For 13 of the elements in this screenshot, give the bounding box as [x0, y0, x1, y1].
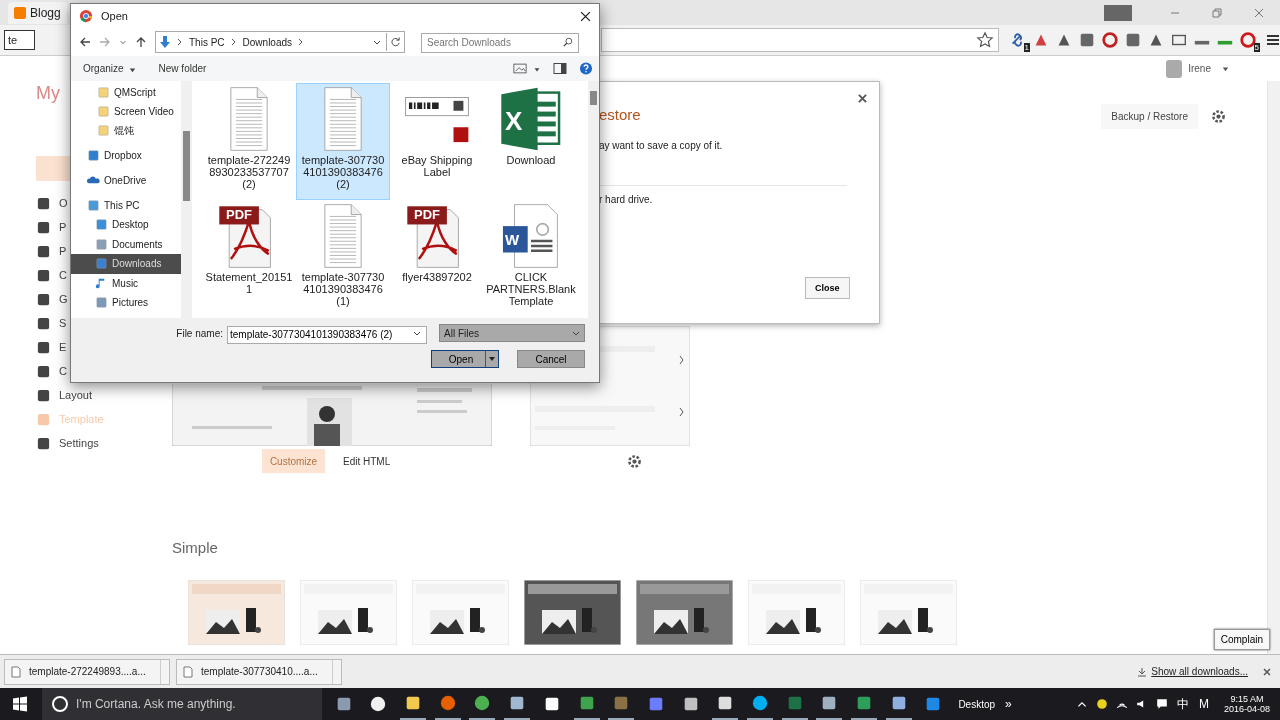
dialog-text: r hard drive. — [599, 194, 654, 205]
dialog-title: Open — [101, 10, 128, 22]
file-type-label: PDF — [225, 207, 253, 222]
file-type-label: X — [505, 106, 523, 137]
file-type-label: W — [505, 231, 520, 248]
extension-badge: 5 — [1253, 43, 1260, 52]
dialog-text: ay want to save a copy of it. — [599, 140, 724, 151]
blog-title: My — [36, 83, 60, 105]
extension-badge: 1 — [1023, 43, 1030, 52]
dialog-title: estore — [599, 106, 642, 123]
section-title: Simple — [172, 539, 219, 556]
field-label: File name: — [176, 327, 223, 339]
file-type-label: PDF — [413, 207, 441, 222]
